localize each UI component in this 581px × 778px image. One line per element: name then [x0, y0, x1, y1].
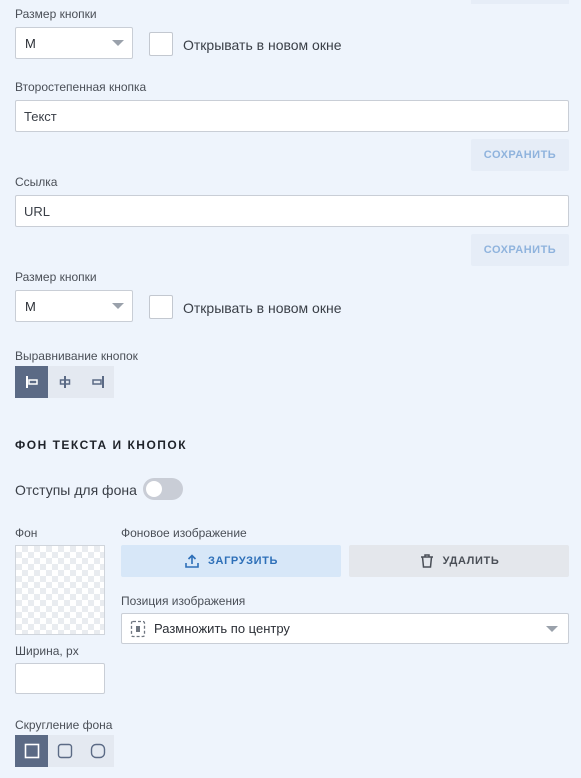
- rounding-small-button[interactable]: [48, 735, 81, 767]
- background-section-title: ФОН ТЕКСТА И КНОПОК: [15, 438, 188, 452]
- upload-label: ЗАГРУЗИТЬ: [208, 555, 278, 567]
- new-window-label-2: Открывать в новом окне: [183, 300, 342, 316]
- width-label: Ширина, px: [15, 644, 79, 658]
- large-rounded-icon: [90, 743, 105, 759]
- delete-button[interactable]: УДАЛИТЬ: [349, 545, 569, 577]
- upload-button[interactable]: ЗАГРУЗИТЬ: [121, 545, 341, 577]
- padding-toggle[interactable]: [143, 478, 183, 500]
- secondary-button-text-input[interactable]: Текст: [15, 100, 569, 132]
- chevron-down-icon: [546, 626, 558, 632]
- image-position-select[interactable]: Размножить по центру: [121, 613, 569, 644]
- link-url-value: URL: [24, 203, 51, 219]
- save-button-secondary[interactable]: СОХРАНИТЬ: [471, 139, 569, 171]
- rounding-large-button[interactable]: [81, 735, 114, 767]
- rounding-square-button[interactable]: [15, 735, 48, 767]
- secondary-button-label: Второстепенная кнопка: [15, 80, 147, 94]
- alignment-segmented-control: [15, 366, 114, 398]
- link-url-input[interactable]: URL: [15, 195, 569, 227]
- tile-position-icon: [130, 620, 146, 637]
- background-color-swatch[interactable]: [15, 545, 105, 635]
- width-input[interactable]: [15, 663, 105, 694]
- button-size-value-2: M: [25, 298, 36, 314]
- new-window-checkbox-2[interactable]: [149, 295, 173, 319]
- align-right-icon: [91, 376, 104, 388]
- alignment-label: Выравнивание кнопок: [15, 349, 138, 363]
- chevron-down-icon: [112, 40, 124, 46]
- align-center-icon: [59, 376, 70, 388]
- toggle-knob: [146, 481, 162, 497]
- save-button-link[interactable]: СОХРАНИТЬ: [471, 234, 569, 266]
- image-position-label: Позиция изображения: [121, 594, 246, 608]
- new-window-label: Открывать в новом окне: [183, 37, 342, 53]
- previous-save-button-edge[interactable]: [471, 0, 569, 4]
- button-size-label: Размер кнопки: [15, 7, 97, 21]
- align-left-button[interactable]: [15, 366, 48, 398]
- trash-icon: [420, 554, 433, 568]
- background-color-label: Фон: [15, 526, 38, 540]
- secondary-button-text-value: Текст: [24, 108, 57, 124]
- link-label: Ссылка: [15, 175, 58, 189]
- padding-toggle-label: Отступы для фона: [15, 482, 137, 498]
- square-corner-icon: [24, 743, 39, 759]
- button-size-label-2: Размер кнопки: [15, 270, 97, 284]
- rounding-label: Скругление фона: [15, 718, 113, 732]
- rounding-segmented-control: [15, 735, 114, 767]
- new-window-checkbox[interactable]: [149, 32, 173, 56]
- align-left-icon: [25, 376, 38, 388]
- button-size-value: M: [25, 35, 36, 51]
- delete-label: УДАЛИТЬ: [442, 555, 500, 567]
- small-rounded-icon: [57, 743, 72, 759]
- image-position-value: Размножить по центру: [154, 621, 290, 636]
- align-center-button[interactable]: [48, 366, 81, 398]
- button-size-select[interactable]: M: [15, 27, 133, 59]
- upload-icon: [185, 554, 199, 568]
- chevron-down-icon: [112, 303, 124, 309]
- align-right-button[interactable]: [81, 366, 114, 398]
- background-image-label: Фоновое изображение: [121, 526, 247, 540]
- button-size-select-2[interactable]: M: [15, 290, 133, 322]
